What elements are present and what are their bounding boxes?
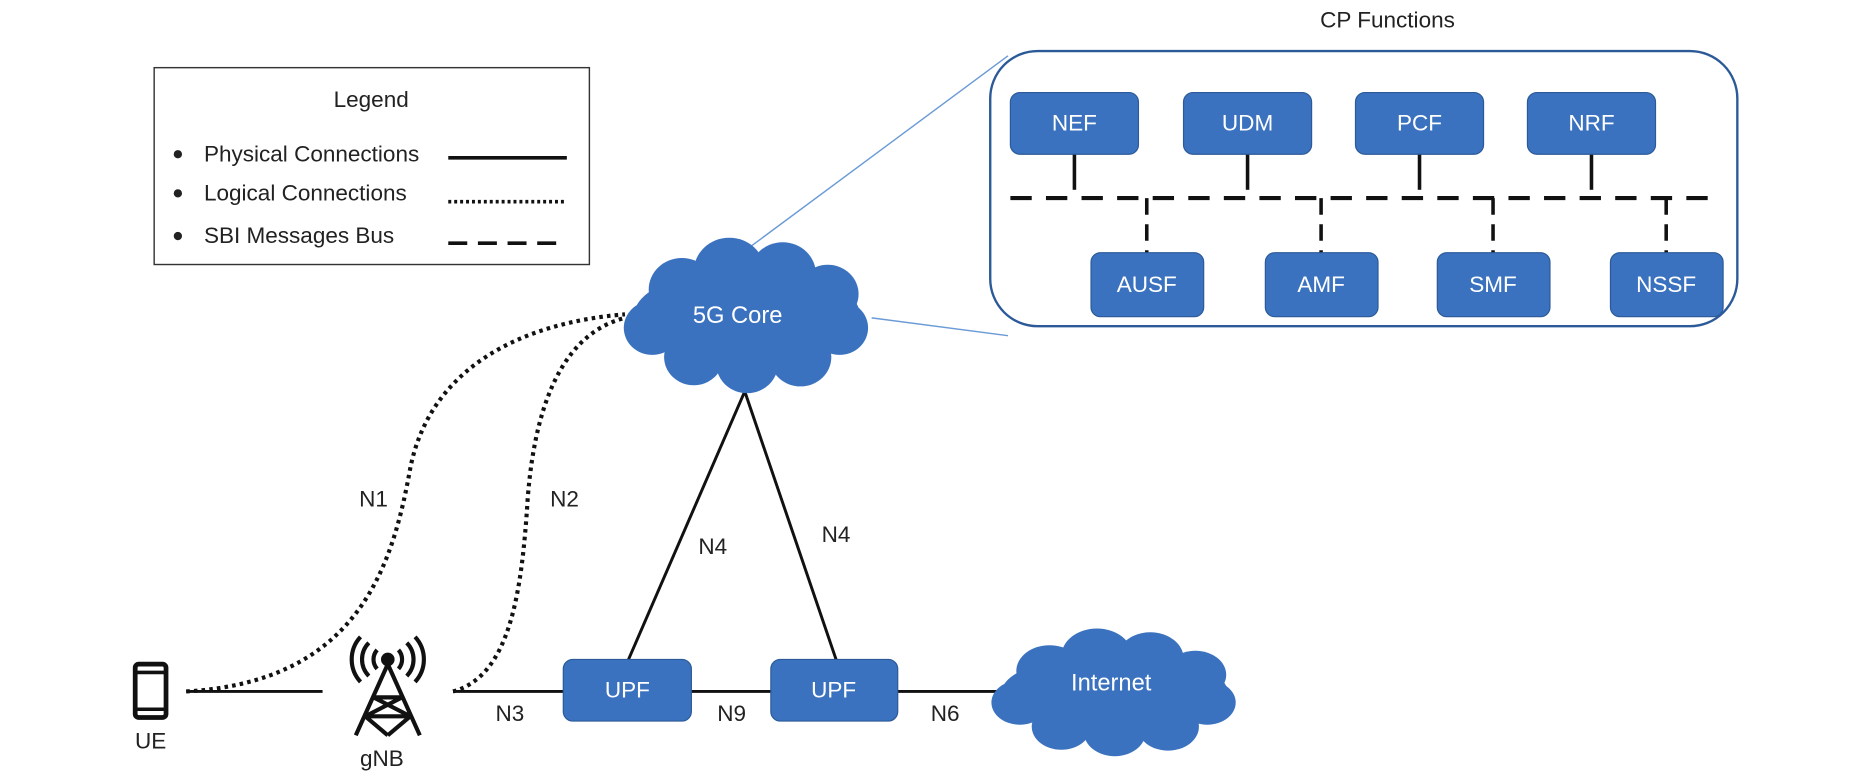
svg-text:UDM: UDM bbox=[1222, 111, 1273, 136]
label-n3: N3 bbox=[496, 701, 525, 726]
network-diagram: Legend Physical Connections Logical Conn… bbox=[132, 7, 1739, 771]
n2-logical-link bbox=[452, 315, 626, 694]
nf-nef[interactable]: NEF bbox=[1009, 91, 1140, 155]
nf-pcf[interactable]: PCF bbox=[1354, 91, 1485, 155]
svg-text:NRF: NRF bbox=[1568, 111, 1614, 136]
bullet bbox=[173, 189, 183, 198]
nf-udm[interactable]: UDM bbox=[1182, 91, 1313, 155]
n4-link-left bbox=[627, 390, 747, 661]
legend-item-physical: Physical Connections bbox=[204, 141, 419, 166]
internet-cloud[interactable]: Internet bbox=[991, 628, 1236, 757]
upf-2[interactable]: UPF bbox=[770, 658, 899, 722]
label-n4-right: N4 bbox=[822, 522, 851, 547]
label-n1: N1 bbox=[359, 486, 388, 511]
nf-nrf[interactable]: NRF bbox=[1526, 91, 1657, 155]
upf-1[interactable]: UPF bbox=[562, 658, 692, 722]
svg-text:NEF: NEF bbox=[1052, 111, 1097, 136]
nf-amf[interactable]: AMF bbox=[1264, 252, 1379, 318]
svg-text:AUSF: AUSF bbox=[1117, 272, 1177, 297]
core-cloud[interactable]: 5G Core bbox=[623, 237, 869, 394]
svg-text:PCF: PCF bbox=[1397, 111, 1442, 136]
label-n2: N2 bbox=[550, 486, 579, 511]
phone-icon bbox=[132, 661, 169, 720]
label-n9: N9 bbox=[717, 701, 746, 726]
nf-ausf[interactable]: AUSF bbox=[1090, 252, 1205, 318]
cell-tower-icon bbox=[349, 635, 426, 737]
legend-item-sbi: SBI Messages Bus bbox=[204, 223, 394, 248]
svg-text:SMF: SMF bbox=[1469, 272, 1517, 297]
legend-item-logical: Logical Connections bbox=[204, 181, 407, 206]
cp-functions-title: CP Functions bbox=[1320, 7, 1455, 32]
svg-text:NSSF: NSSF bbox=[1636, 272, 1696, 297]
gnb-label: gNB bbox=[360, 746, 404, 771]
bullet bbox=[173, 231, 183, 241]
label-n4-left: N4 bbox=[698, 534, 727, 559]
core-label: 5G Core bbox=[693, 303, 783, 329]
ue-label: UE bbox=[135, 728, 166, 753]
svg-text:UPF: UPF bbox=[605, 677, 650, 702]
svg-text:UPF: UPF bbox=[811, 677, 856, 702]
bullet bbox=[173, 150, 183, 159]
legend: Legend Physical Connections Logical Conn… bbox=[153, 66, 591, 266]
zoom-line-top bbox=[746, 55, 1009, 250]
label-n6: N6 bbox=[931, 701, 960, 726]
nf-smf[interactable]: SMF bbox=[1436, 252, 1551, 318]
legend-title: Legend bbox=[334, 87, 409, 112]
nf-nssf[interactable]: NSSF bbox=[1609, 252, 1724, 318]
svg-text:AMF: AMF bbox=[1297, 272, 1345, 297]
internet-label: Internet bbox=[1071, 671, 1152, 697]
zoom-line-bottom bbox=[871, 317, 1009, 337]
